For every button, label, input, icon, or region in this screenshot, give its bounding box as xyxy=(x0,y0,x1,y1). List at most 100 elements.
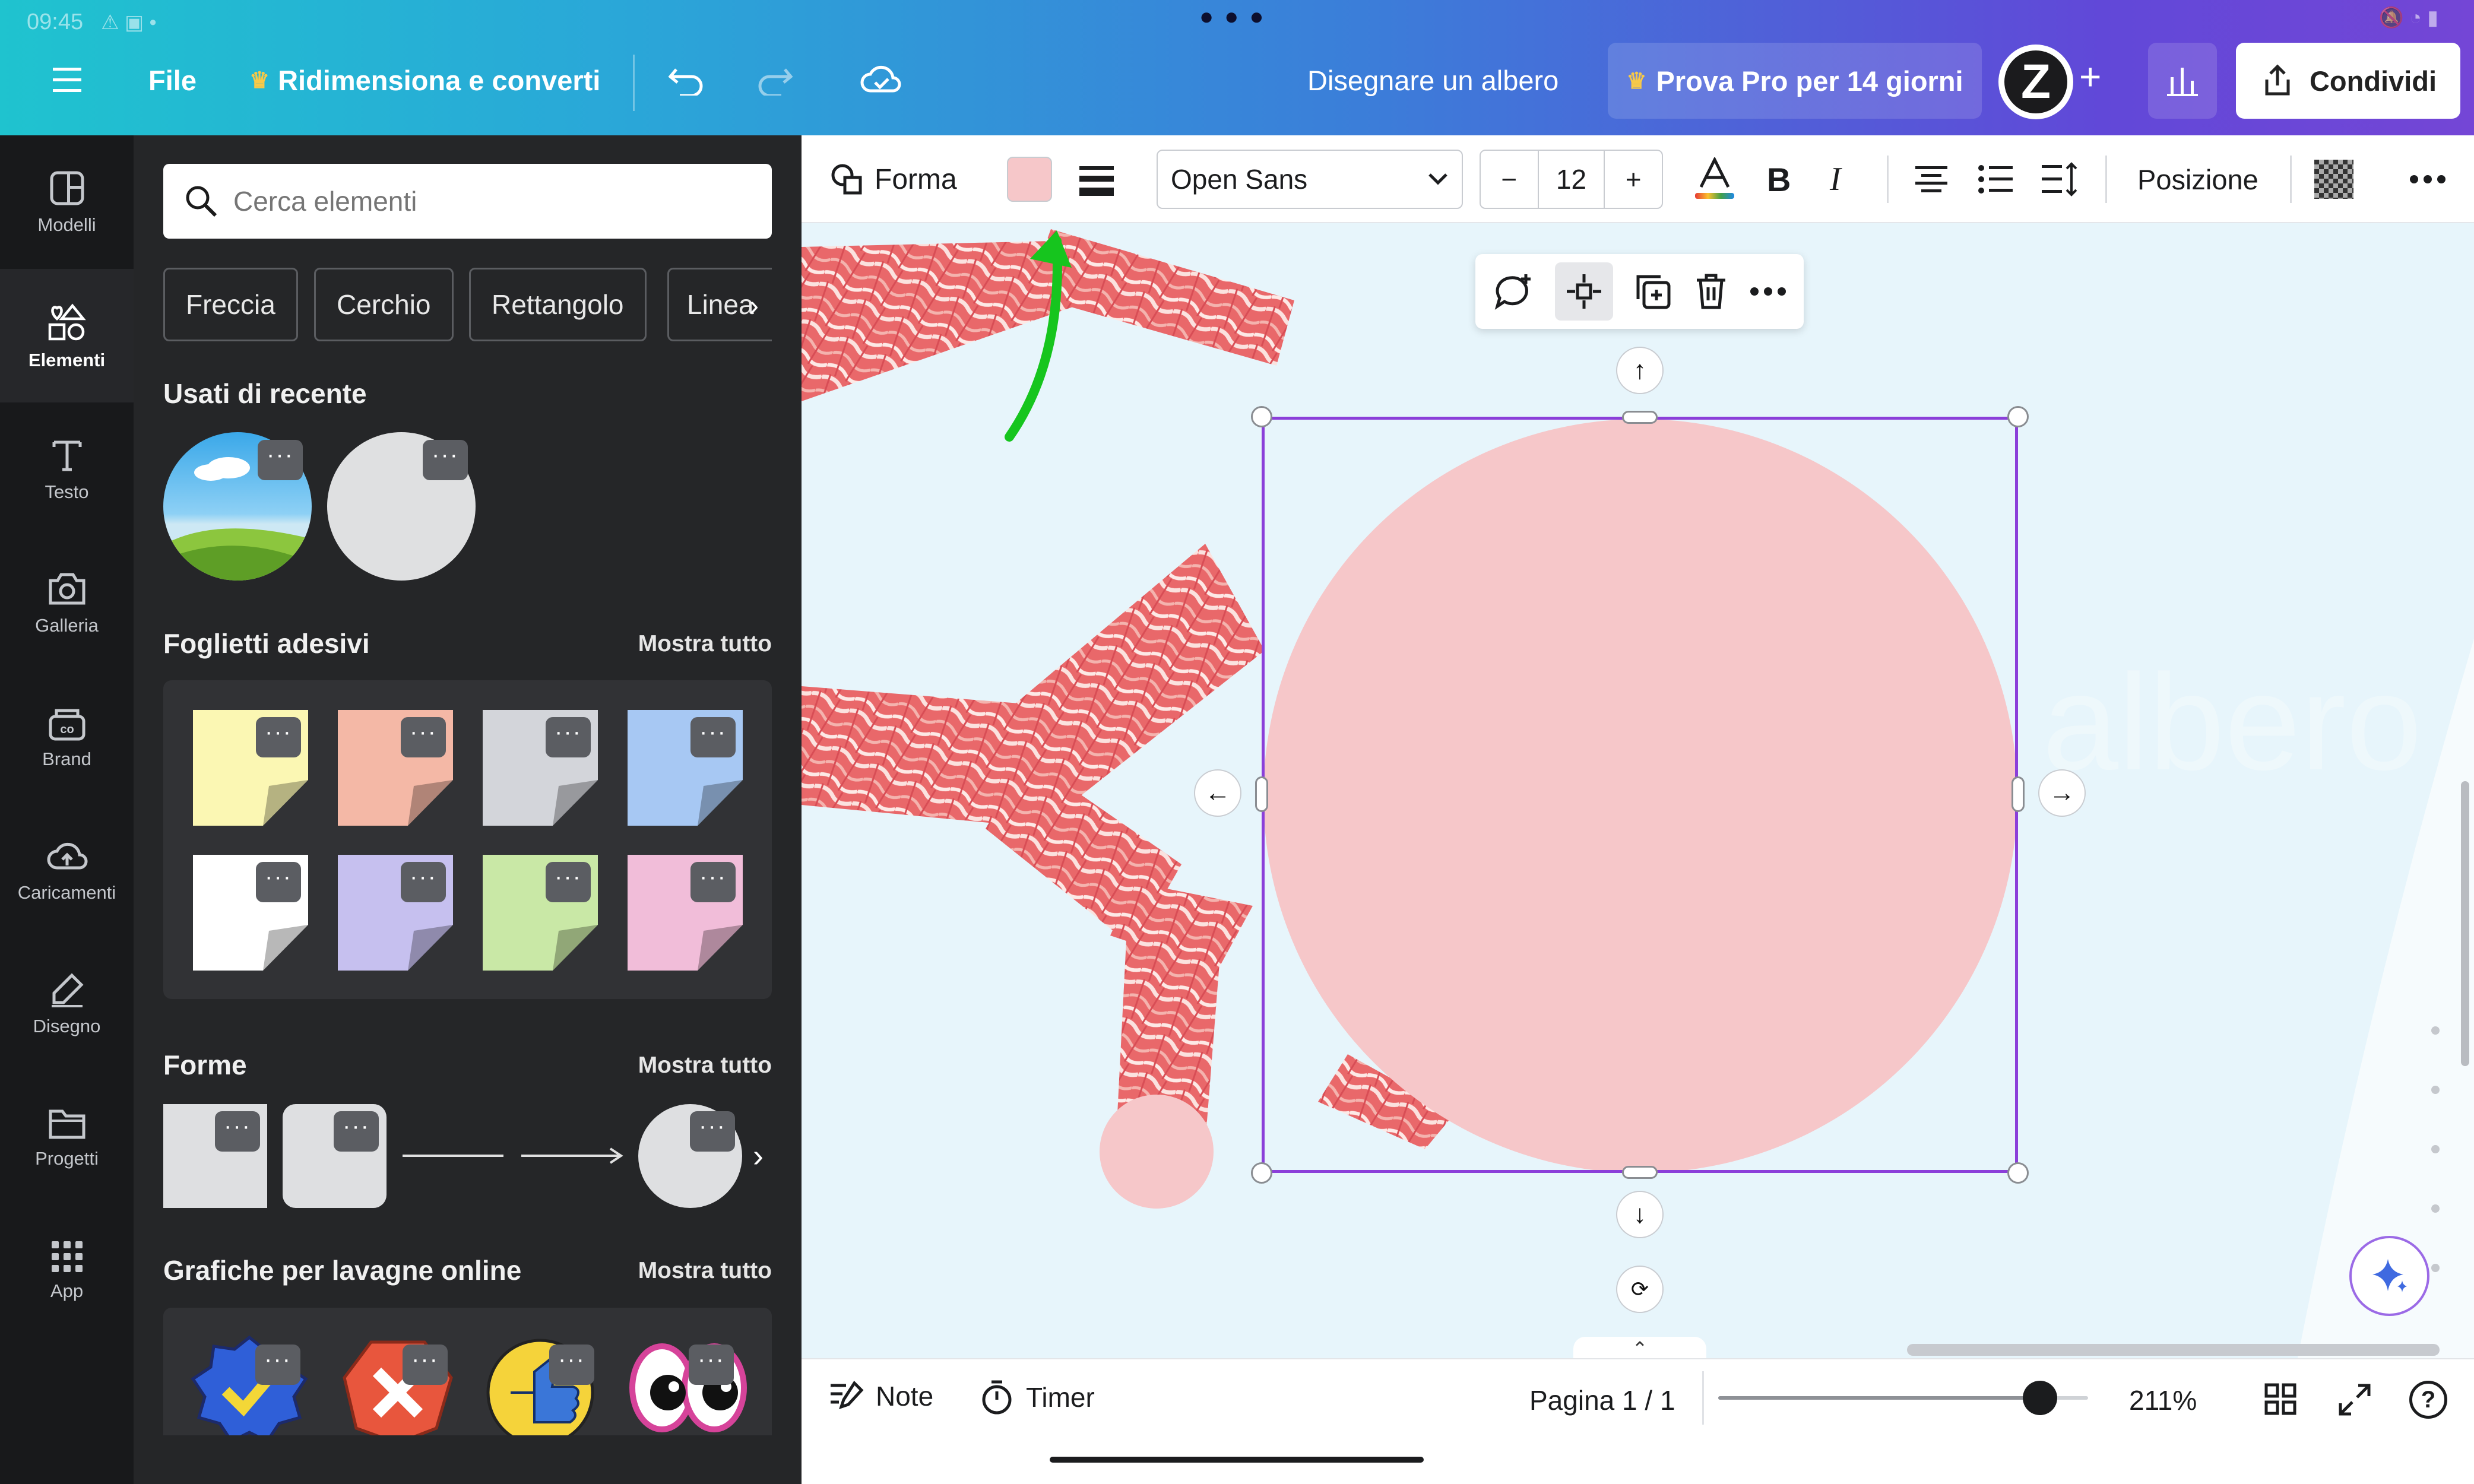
chip-rettangolo[interactable]: Rettangolo xyxy=(469,268,647,341)
item-options-icon[interactable]: ··· xyxy=(256,717,301,757)
help-icon[interactable]: ? xyxy=(2409,1381,2447,1419)
pages-drawer-handle[interactable]: ⌃ xyxy=(1573,1337,1706,1358)
design-title[interactable]: Disegnare un albero xyxy=(1307,64,1558,97)
file-menu[interactable]: File xyxy=(148,64,197,97)
chip-freccia[interactable]: Freccia xyxy=(163,268,298,341)
item-options-icon[interactable]: ··· xyxy=(256,862,301,902)
move-down-arrow-icon[interactable]: ↓ xyxy=(1616,1191,1664,1238)
text-color-button[interactable] xyxy=(1694,135,1735,223)
fullscreen-icon[interactable] xyxy=(2338,1383,2371,1416)
resize-handle-left[interactable] xyxy=(1255,776,1268,812)
shape-line[interactable] xyxy=(403,1155,503,1157)
delete-icon[interactable] xyxy=(1693,272,1729,311)
item-options-icon[interactable]: ··· xyxy=(258,440,303,480)
font-family-dropdown[interactable]: Open Sans xyxy=(1157,150,1463,209)
menu-icon[interactable] xyxy=(50,65,84,94)
item-options-icon[interactable]: ··· xyxy=(690,1111,735,1152)
list-button[interactable] xyxy=(1977,135,2014,223)
border-style-button[interactable] xyxy=(1078,135,1115,223)
italic-button[interactable]: I xyxy=(1830,135,1841,223)
insights-button[interactable] xyxy=(2148,43,2217,119)
avatar[interactable]: Z xyxy=(1998,45,2073,119)
redo-icon[interactable] xyxy=(755,62,793,96)
item-options-icon[interactable]: ··· xyxy=(403,1345,448,1385)
resize-handle-top[interactable] xyxy=(1622,411,1658,424)
zoom-slider-thumb[interactable] xyxy=(2023,1381,2057,1415)
item-options-icon[interactable]: ··· xyxy=(215,1111,260,1152)
design-canvas[interactable]: albero ↑ ↓ ← → ⟳ ⌃ xyxy=(802,223,2474,1358)
move-left-arrow-icon[interactable]: ← xyxy=(1194,769,1241,817)
undo-icon[interactable] xyxy=(668,62,706,96)
spacing-button[interactable] xyxy=(2039,135,2079,223)
bold-button[interactable]: B xyxy=(1767,135,1791,223)
magic-assistant-button[interactable] xyxy=(2349,1236,2429,1316)
chips-next-icon[interactable]: › xyxy=(749,290,759,322)
position-button[interactable]: Posizione xyxy=(2137,135,2258,223)
cloud-saved-icon[interactable] xyxy=(860,62,901,96)
search-input[interactable] xyxy=(233,185,744,217)
shapes-show-all[interactable]: Mostra tutto xyxy=(638,1052,772,1079)
item-options-icon[interactable]: ··· xyxy=(546,717,591,757)
resize-handle-bottom-left[interactable] xyxy=(1251,1162,1272,1184)
item-options-icon[interactable]: ··· xyxy=(546,862,591,902)
multiwindow-dots[interactable]: ●●● xyxy=(1199,4,1274,30)
align-center-button[interactable] xyxy=(1913,135,1950,223)
more-options-icon[interactable] xyxy=(1750,287,1786,296)
rail-item-modelli[interactable]: Modelli xyxy=(0,135,134,269)
horizontal-scrollbar[interactable] xyxy=(1907,1344,2440,1356)
rail-item-disegno[interactable]: Disegno xyxy=(0,937,134,1070)
duplicate-icon[interactable] xyxy=(1633,272,1672,311)
font-size-value[interactable]: 12 xyxy=(1539,151,1604,208)
home-gesture-bar[interactable] xyxy=(1050,1457,1424,1463)
font-size-stepper[interactable]: − 12 + xyxy=(1480,150,1663,209)
fill-color-button[interactable] xyxy=(1007,135,1052,223)
font-size-increase[interactable]: + xyxy=(1604,151,1662,208)
item-options-icon[interactable]: ··· xyxy=(401,862,446,902)
rail-item-testo[interactable]: Testo xyxy=(0,402,134,536)
transparency-button[interactable] xyxy=(2314,135,2353,223)
shape-arrow-line[interactable] xyxy=(520,1142,627,1169)
try-pro-button[interactable]: ♛ Prova Pro per 14 giorni xyxy=(1608,43,1982,119)
notes-button[interactable]: Note xyxy=(828,1380,933,1413)
item-options-icon[interactable]: ··· xyxy=(401,717,446,757)
rail-item-caricamenti[interactable]: Caricamenti xyxy=(0,803,134,937)
shape-tool-button[interactable]: Forma xyxy=(828,135,957,223)
item-options-icon[interactable]: ··· xyxy=(549,1345,594,1385)
resize-button[interactable]: ♛ Ridimensiona e converti xyxy=(249,64,600,97)
rail-item-galleria[interactable]: Galleria xyxy=(0,536,134,670)
item-options-icon[interactable]: ··· xyxy=(689,1345,734,1385)
sticky-notes-show-all[interactable]: Mostra tutto xyxy=(638,631,772,657)
more-options-icon[interactable] xyxy=(2409,135,2446,223)
resize-handle-top-left[interactable] xyxy=(1251,406,1272,427)
rail-item-elementi[interactable]: Elementi xyxy=(0,269,134,402)
item-options-icon[interactable]: ··· xyxy=(423,440,468,480)
move-right-arrow-icon[interactable]: → xyxy=(2038,769,2086,817)
resize-handle-bottom-right[interactable] xyxy=(2007,1162,2029,1184)
rotate-icon[interactable]: ⟳ xyxy=(1616,1266,1664,1313)
rail-item-app[interactable]: App xyxy=(0,1204,134,1337)
move-up-arrow-icon[interactable]: ↑ xyxy=(1616,347,1664,394)
rail-item-progetti[interactable]: Progetti xyxy=(0,1070,134,1204)
item-options-icon[interactable]: ··· xyxy=(334,1111,379,1152)
share-button[interactable]: Condividi xyxy=(2236,43,2460,119)
whiteboard-graphics-show-all[interactable]: Mostra tutto xyxy=(638,1258,772,1284)
shapes-next-icon[interactable]: › xyxy=(753,1137,764,1174)
timer-button[interactable]: Timer xyxy=(980,1380,1095,1415)
item-options-icon[interactable]: ··· xyxy=(255,1345,300,1385)
chip-cerchio[interactable]: Cerchio xyxy=(314,268,454,341)
position-center-icon[interactable] xyxy=(1554,262,1613,321)
search-box[interactable] xyxy=(163,164,772,239)
item-options-icon[interactable]: ··· xyxy=(690,862,736,902)
vertical-scrollbar[interactable] xyxy=(2461,781,2469,1066)
zoom-level[interactable]: 211% xyxy=(2129,1384,2197,1416)
item-options-icon[interactable]: ··· xyxy=(690,717,736,757)
add-comment-icon[interactable] xyxy=(1493,272,1534,311)
zoom-slider-track[interactable] xyxy=(1718,1381,2088,1415)
add-collaborator-icon[interactable]: + xyxy=(2079,55,2101,99)
rail-item-brand[interactable]: co Brand xyxy=(0,670,134,803)
page-indicator[interactable]: Pagina 1 / 1 xyxy=(1529,1384,1675,1416)
grid-view-icon[interactable] xyxy=(2264,1383,2296,1415)
resize-handle-top-right[interactable] xyxy=(2007,406,2029,427)
font-size-decrease[interactable]: − xyxy=(1481,151,1539,208)
resize-handle-bottom[interactable] xyxy=(1622,1166,1658,1179)
